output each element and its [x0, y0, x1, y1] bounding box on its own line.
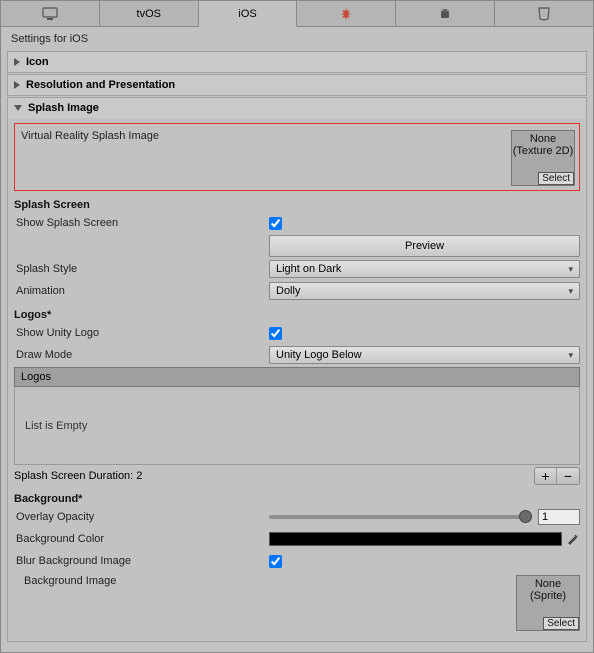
animation-dropdown[interactable]: Dolly ▾ — [269, 282, 580, 300]
chevron-down-icon — [14, 105, 22, 111]
slider-thumb[interactable] — [519, 510, 532, 523]
overlay-opacity-slider[interactable] — [269, 515, 532, 519]
splash-duration-label: Splash Screen Duration: 2 — [14, 470, 142, 482]
dropdown-value: Unity Logo Below — [276, 349, 362, 361]
maple-icon — [339, 7, 353, 21]
blur-bg-checkbox[interactable] — [269, 555, 282, 568]
foldout-resolution[interactable]: Resolution and Presentation — [7, 74, 587, 96]
tab-android[interactable] — [396, 1, 495, 26]
logos-header: Logos* — [14, 309, 580, 321]
background-image-label: Background Image — [14, 575, 269, 587]
html5-icon — [538, 7, 550, 21]
remove-button[interactable]: − — [557, 468, 579, 484]
draw-mode-dropdown[interactable]: Unity Logo Below ▾ — [269, 346, 580, 364]
background-color-label: Background Color — [14, 533, 269, 545]
chevron-down-icon: ▾ — [568, 286, 573, 297]
tab-tvos[interactable]: tvOS — [100, 1, 199, 26]
select-button[interactable]: Select — [538, 172, 574, 185]
splash-section: Virtual Reality Splash Image None (Textu… — [7, 119, 587, 642]
background-image-object-field[interactable]: None (Sprite) Select — [516, 575, 580, 631]
draw-mode-label: Draw Mode — [14, 349, 269, 361]
tab-firetv[interactable] — [297, 1, 396, 26]
splash-style-label: Splash Style — [14, 263, 269, 275]
tab-pc[interactable] — [1, 1, 100, 26]
overlay-opacity-input[interactable] — [538, 509, 580, 525]
tab-webgl[interactable] — [495, 1, 593, 26]
background-color-swatch[interactable] — [269, 532, 562, 546]
foldout-label: Resolution and Presentation — [26, 79, 175, 91]
show-unity-logo-label: Show Unity Logo — [14, 327, 269, 339]
chevron-down-icon: ▾ — [568, 264, 573, 275]
background-header: Background* — [14, 493, 580, 505]
vr-splash-label: Virtual Reality Splash Image — [19, 130, 274, 142]
foldout-label: Icon — [26, 56, 49, 68]
obj-none-label: None — [535, 578, 561, 590]
chevron-right-icon — [14, 81, 20, 89]
vr-splash-highlight: Virtual Reality Splash Image None (Textu… — [14, 123, 580, 191]
splash-screen-header: Splash Screen — [14, 199, 580, 211]
blur-bg-label: Blur Background Image — [14, 555, 269, 567]
tab-label: tvOS — [137, 8, 161, 20]
select-button[interactable]: Select — [543, 617, 579, 630]
foldout-icon[interactable]: Icon — [7, 51, 587, 73]
chevron-right-icon — [14, 58, 20, 66]
obj-type-label: (Texture 2D) — [513, 145, 574, 157]
preview-button[interactable]: Preview — [269, 235, 580, 257]
tab-ios[interactable]: iOS — [199, 1, 298, 27]
android-icon — [438, 7, 452, 21]
show-splash-checkbox[interactable] — [269, 217, 282, 230]
obj-type-label: (Sprite) — [530, 590, 566, 602]
dropdown-value: Dolly — [276, 285, 300, 297]
settings-title: Settings for iOS — [1, 27, 593, 51]
eyedropper-icon[interactable] — [566, 532, 580, 546]
overlay-opacity-label: Overlay Opacity — [14, 511, 269, 523]
foldout-splash[interactable]: Splash Image — [7, 97, 587, 118]
add-button[interactable]: + — [535, 468, 557, 484]
chevron-down-icon: ▾ — [568, 350, 573, 361]
animation-label: Animation — [14, 285, 269, 297]
logos-empty-label: List is Empty — [25, 420, 87, 432]
dropdown-value: Light on Dark — [276, 263, 341, 275]
show-unity-logo-checkbox[interactable] — [269, 327, 282, 340]
logos-list-body: List is Empty — [14, 387, 580, 465]
monitor-icon — [42, 7, 58, 21]
platform-tabs: tvOS iOS — [1, 1, 593, 27]
foldout-label: Splash Image — [28, 102, 99, 114]
tab-label: iOS — [238, 8, 256, 20]
logos-add-remove: + − — [534, 467, 580, 485]
vr-splash-object-field[interactable]: None (Texture 2D) Select — [511, 130, 575, 186]
show-splash-label: Show Splash Screen — [14, 217, 269, 229]
obj-none-label: None — [530, 133, 556, 145]
splash-style-dropdown[interactable]: Light on Dark ▾ — [269, 260, 580, 278]
logos-list-header: Logos — [14, 367, 580, 387]
